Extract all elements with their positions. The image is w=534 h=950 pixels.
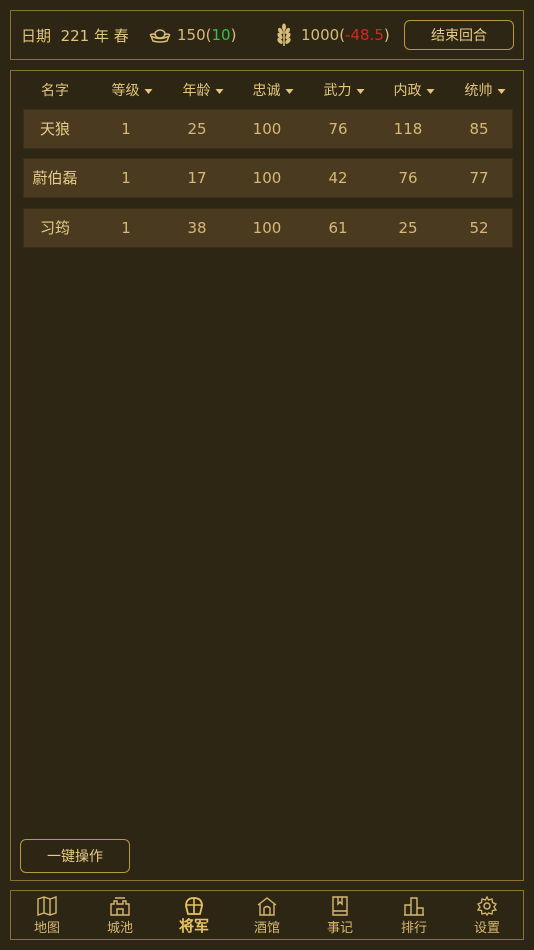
nav-item-city[interactable]: 城池 bbox=[90, 891, 150, 939]
book-icon bbox=[332, 896, 348, 916]
general-loyalty: 100 bbox=[252, 219, 282, 237]
nav-label: 设置 bbox=[473, 921, 500, 936]
nav-label: 排行 bbox=[400, 921, 427, 936]
nav-item-generals[interactable]: 将军 bbox=[164, 891, 224, 939]
bottom-nav: 地图 城池 将军 酒馆 事记 排行 设置 bbox=[10, 890, 524, 940]
general-age: 17 bbox=[187, 169, 207, 187]
date-label: 日期 bbox=[21, 26, 52, 45]
grain-display: 1000(-48.5) bbox=[273, 23, 390, 47]
general-level: 1 bbox=[121, 219, 131, 237]
general-loyalty: 100 bbox=[252, 120, 282, 138]
nav-item-settings[interactable]: 设置 bbox=[457, 891, 517, 939]
general-row[interactable]: 习筠 1 38 100 61 25 52 bbox=[24, 209, 512, 247]
sort-caret-icon bbox=[356, 88, 365, 94]
grain-amount: 1000 bbox=[301, 26, 340, 44]
general-command: 77 bbox=[469, 169, 489, 187]
ranking-icon bbox=[404, 897, 424, 916]
table-header: 名字 等级 年龄 忠诚 武力 内政 统帅 bbox=[24, 80, 512, 102]
general-level: 1 bbox=[121, 169, 131, 187]
gear-icon bbox=[476, 896, 498, 916]
general-age: 25 bbox=[187, 120, 207, 138]
generals-panel: 名字 等级 年龄 忠诚 武力 内政 统帅 天狼 1 25 100 76 118 … bbox=[10, 70, 524, 881]
general-name: 习筠 bbox=[39, 219, 71, 237]
gold-delta: 10 bbox=[211, 26, 231, 44]
wheat-icon bbox=[277, 23, 291, 46]
general-row[interactable]: 天狼 1 25 100 76 118 85 bbox=[24, 110, 512, 148]
nav-item-ranking[interactable]: 排行 bbox=[384, 891, 444, 939]
nav-item-tavern[interactable]: 酒馆 bbox=[237, 891, 297, 939]
column-force-header[interactable]: 武力 bbox=[324, 80, 365, 100]
gold-display: 150(10) bbox=[149, 26, 236, 44]
general-row[interactable]: 蔚伯磊 1 17 100 42 76 77 bbox=[24, 159, 512, 197]
column-loyalty-header[interactable]: 忠诚 bbox=[253, 80, 294, 100]
general-politics: 25 bbox=[398, 219, 418, 237]
general-level: 1 bbox=[121, 120, 131, 138]
column-command-header[interactable]: 统帅 bbox=[465, 80, 506, 100]
gold-amount: 150 bbox=[177, 26, 206, 44]
nav-label: 地图 bbox=[33, 921, 60, 936]
nav-label: 事记 bbox=[326, 921, 353, 936]
castle-icon bbox=[110, 897, 130, 916]
general-force: 42 bbox=[328, 169, 348, 187]
end-turn-button[interactable]: 结束回合 bbox=[404, 20, 514, 50]
column-name-header[interactable]: 名字 bbox=[41, 80, 69, 100]
nav-item-map[interactable]: 地图 bbox=[17, 891, 77, 939]
tavern-icon bbox=[257, 897, 277, 916]
general-name: 蔚伯磊 bbox=[32, 169, 78, 187]
general-force: 61 bbox=[328, 219, 348, 237]
general-name: 天狼 bbox=[39, 120, 71, 138]
sort-caret-icon bbox=[215, 88, 224, 94]
date-display: 日期 221 年 春 bbox=[21, 25, 129, 46]
sort-caret-icon bbox=[497, 88, 506, 94]
helmet-icon bbox=[185, 897, 203, 915]
nav-label: 城池 bbox=[106, 921, 133, 936]
general-command: 52 bbox=[469, 219, 489, 237]
grain-delta: -48.5 bbox=[345, 26, 384, 44]
nav-label: 酒馆 bbox=[253, 921, 280, 936]
column-level-header[interactable]: 等级 bbox=[112, 80, 153, 100]
date-value: 221 年 春 bbox=[60, 26, 129, 45]
sort-caret-icon bbox=[144, 88, 153, 94]
sort-caret-icon bbox=[426, 88, 435, 94]
general-politics: 76 bbox=[398, 169, 418, 187]
general-age: 38 bbox=[187, 219, 207, 237]
column-politics-header[interactable]: 内政 bbox=[394, 80, 435, 100]
sort-caret-icon bbox=[285, 88, 294, 94]
nav-item-records[interactable]: 事记 bbox=[310, 891, 370, 939]
general-force: 76 bbox=[328, 120, 348, 138]
nav-label: 将军 bbox=[178, 917, 209, 935]
map-icon bbox=[37, 896, 57, 916]
status-bar: 日期 221 年 春 150(10) 1000(-48.5) 结束回合 bbox=[10, 10, 524, 60]
column-age-header[interactable]: 年龄 bbox=[183, 80, 224, 100]
general-command: 85 bbox=[469, 120, 489, 138]
general-politics: 118 bbox=[393, 120, 423, 138]
bulk-action-button[interactable]: 一键操作 bbox=[20, 839, 130, 873]
general-loyalty: 100 bbox=[252, 169, 282, 187]
gold-ingot-icon bbox=[149, 29, 171, 43]
